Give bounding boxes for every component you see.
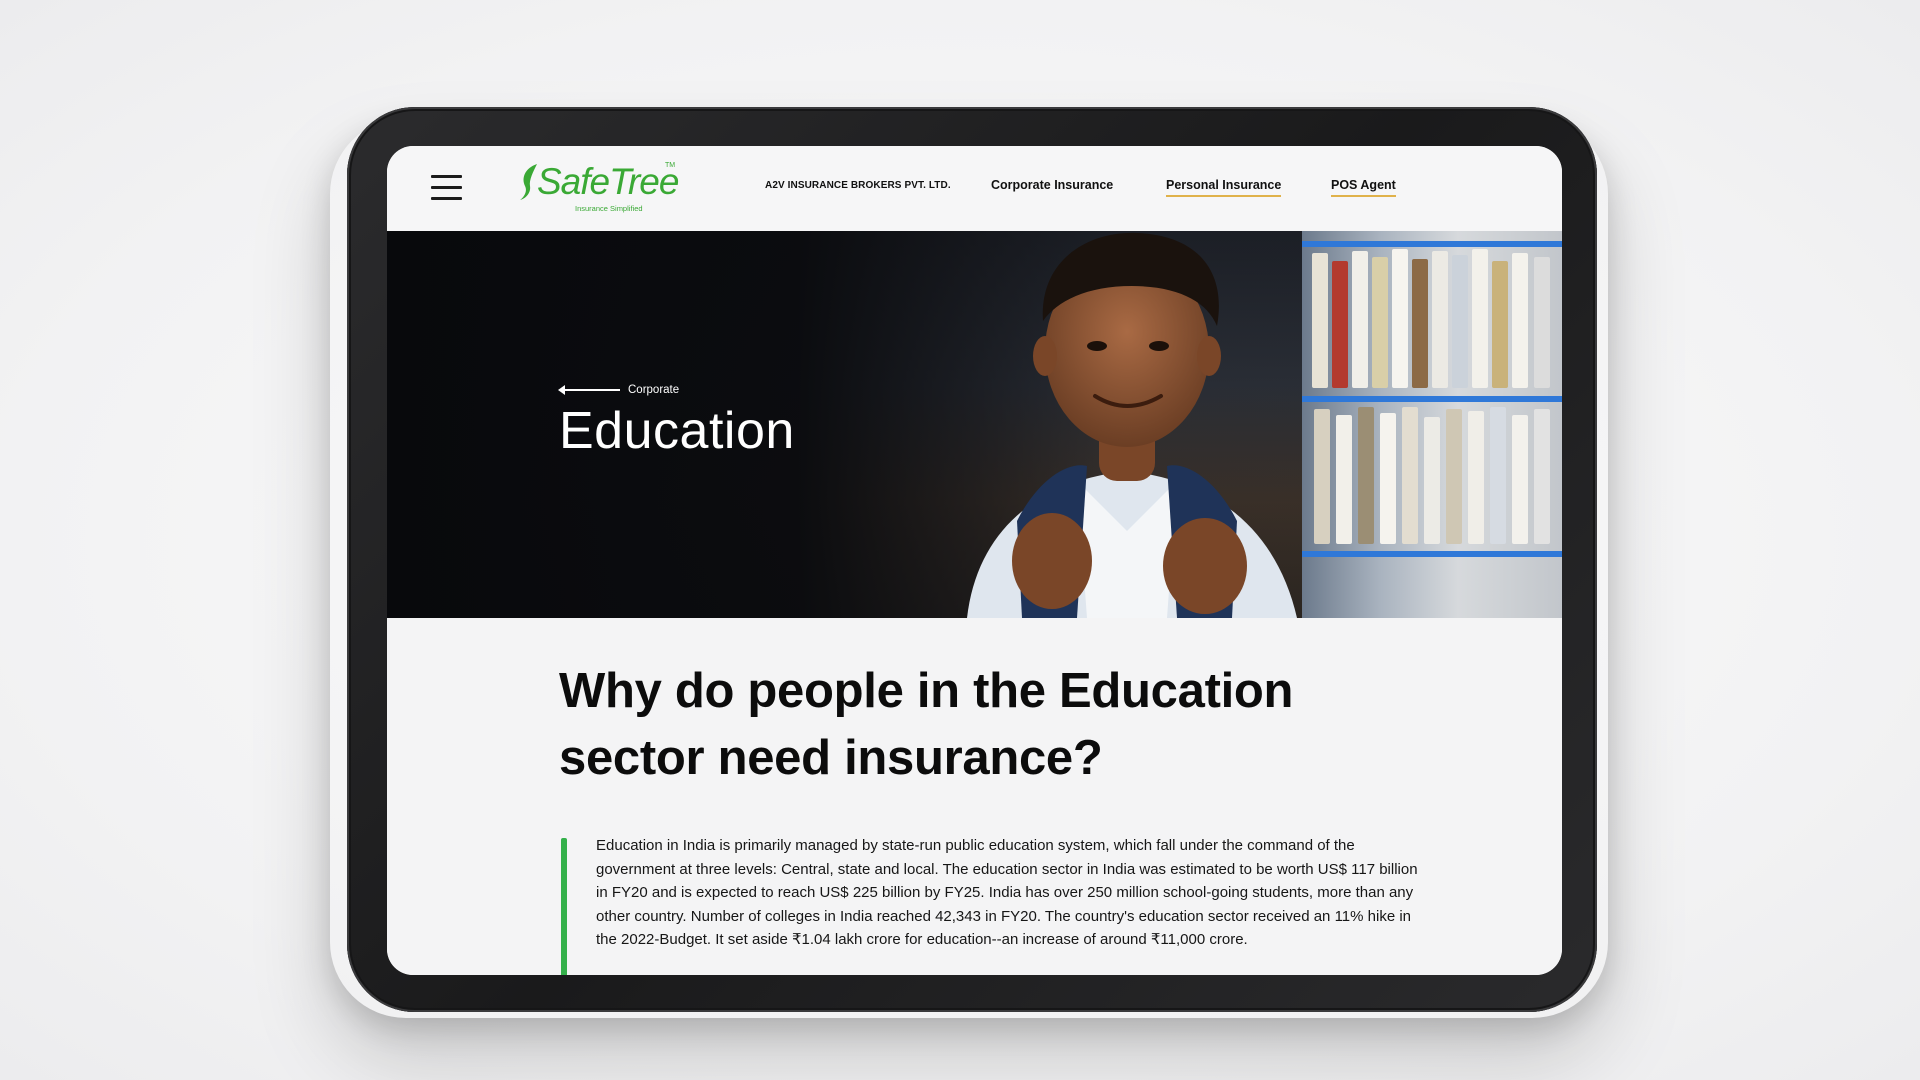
logo-wordmark: SafeTree	[537, 161, 679, 202]
quote-accent-bar	[561, 838, 567, 975]
intro-paragraph: Education in India is primarily managed …	[596, 837, 1418, 948]
nav-company-name[interactable]: A2V INSURANCE BROKERS PVT. LTD.	[765, 180, 951, 191]
nav-pos-agent[interactable]: POS Agent	[1331, 178, 1396, 197]
nav-personal-insurance[interactable]: Personal Insurance	[1166, 178, 1282, 197]
safetree-logo[interactable]: SafeTree TM Insurance Simplified	[519, 160, 679, 222]
logo-trademark: TM	[665, 162, 676, 169]
main-content: Why do people in the Education sector ne…	[387, 618, 1562, 975]
hero-title: Education	[559, 402, 795, 460]
arrow-left-icon	[558, 385, 620, 395]
student-photo	[967, 232, 1297, 618]
back-link-label: Corporate	[628, 384, 680, 396]
site-header: SafeTree TM Insurance Simplified A2V INS…	[387, 146, 1562, 231]
hamburger-menu-icon[interactable]	[431, 175, 462, 201]
back-to-corporate-link[interactable]: Corporate	[558, 384, 680, 396]
hero-banner: Corporate Education	[387, 231, 1562, 618]
nav-corporate-insurance[interactable]: Corporate Insurance	[991, 178, 1113, 192]
section-headline: Why do people in the Education sector ne…	[559, 664, 1294, 785]
logo-tagline: Insurance Simplified	[575, 204, 643, 213]
tablet-screen: SafeTree TM Insurance Simplified A2V INS…	[387, 146, 1562, 975]
page-background: SafeTree TM Insurance Simplified A2V INS…	[0, 0, 1920, 1080]
